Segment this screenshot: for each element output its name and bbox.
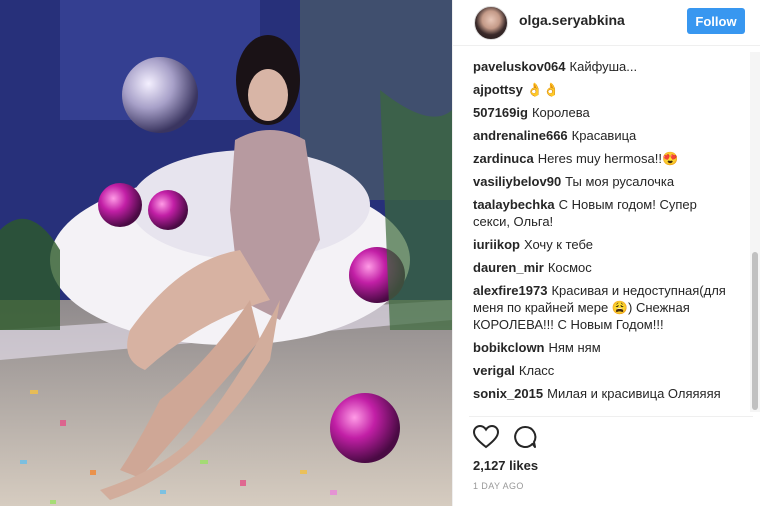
photo-illustration — [0, 0, 452, 506]
comment-item: bobikclown Ням ням — [473, 339, 733, 356]
comment-username[interactable]: bobikclown — [473, 340, 545, 355]
post-header: olga.seryabkina Follow — [453, 0, 760, 46]
comment-text: Милая и красивица Оляяяяя — [547, 386, 721, 401]
post-actions — [473, 425, 537, 451]
divider — [469, 416, 753, 417]
comment-item: alexfire1973 Красивая и недоступная(для м… — [473, 282, 733, 333]
comment-item: paveluskov064 Кайфуша... — [473, 58, 733, 75]
comments-scrollbar[interactable] — [750, 52, 760, 412]
comments-list: paveluskov064 Кайфуша... ajpottsy 👌👌 50716… — [473, 58, 733, 408]
comment-username[interactable]: verigal — [473, 363, 515, 378]
comment-text: Космос — [547, 260, 592, 275]
comment-text: Ты моя русалочка — [565, 174, 675, 189]
comment-username[interactable]: 507169ig — [473, 105, 528, 120]
comment-username[interactable]: sonix_2015 — [473, 386, 543, 401]
post-username[interactable]: olga.seryabkina — [519, 12, 625, 28]
follow-button[interactable]: Follow — [687, 8, 745, 34]
comment-bubble-icon[interactable] — [513, 425, 537, 451]
comment-item: zardinuca Heres muy hermosa!!😍 — [473, 150, 733, 167]
comment-text: Кайфуша... — [569, 59, 638, 74]
post-details-panel: olga.seryabkina Follow paveluskov064 Кайф… — [452, 0, 760, 506]
post-photo[interactable] — [0, 0, 452, 506]
comment-username[interactable]: iuriikop — [473, 237, 520, 252]
comment-username[interactable]: vasiliybelov90 — [473, 174, 561, 189]
comment-username[interactable]: taalaybechka — [473, 197, 555, 212]
comment-item: andrenaline666 Красавица — [473, 127, 733, 144]
comment-item: verigal Класс — [473, 362, 733, 379]
comment-item: vasiliybelov90 Ты моя русалочка — [473, 173, 733, 190]
comment-text: Королева — [531, 105, 590, 120]
comment-item: iuriikop Хочу к тебе — [473, 236, 733, 253]
comment-item: 507169ig Королева — [473, 104, 733, 121]
comment-username[interactable]: alexfire1973 — [473, 283, 547, 298]
heart-icon[interactable] — [473, 425, 499, 451]
comment-text: Красавица — [571, 128, 637, 143]
comment-username[interactable]: zardinuca — [473, 151, 534, 166]
avatar[interactable] — [474, 6, 508, 40]
comment-text: Heres muy hermosa!!😍 — [537, 151, 679, 166]
comment-text: 👌👌 — [526, 82, 560, 97]
likes-count[interactable]: 2,127 likes — [473, 458, 538, 473]
comment-username[interactable]: ajpottsy — [473, 82, 523, 97]
comment-item: taalaybechka С Новым годом! Супер секси, … — [473, 196, 733, 230]
comment-username[interactable]: paveluskov064 — [473, 59, 566, 74]
comment-username[interactable]: andrenaline666 — [473, 128, 568, 143]
comment-username[interactable]: dauren_mir — [473, 260, 544, 275]
scrollbar-thumb[interactable] — [752, 252, 758, 410]
comment-item: sonix_2015 Милая и красивица Оляяяяя — [473, 385, 733, 402]
comment-text: Ням ням — [548, 340, 601, 355]
post-timestamp: 1 DAY AGO — [473, 481, 524, 491]
comment-text: Класс — [518, 363, 555, 378]
comment-text: Хочу к тебе — [523, 237, 594, 252]
comment-item: ajpottsy 👌👌 — [473, 81, 733, 98]
comment-item: dauren_mir Космос — [473, 259, 733, 276]
